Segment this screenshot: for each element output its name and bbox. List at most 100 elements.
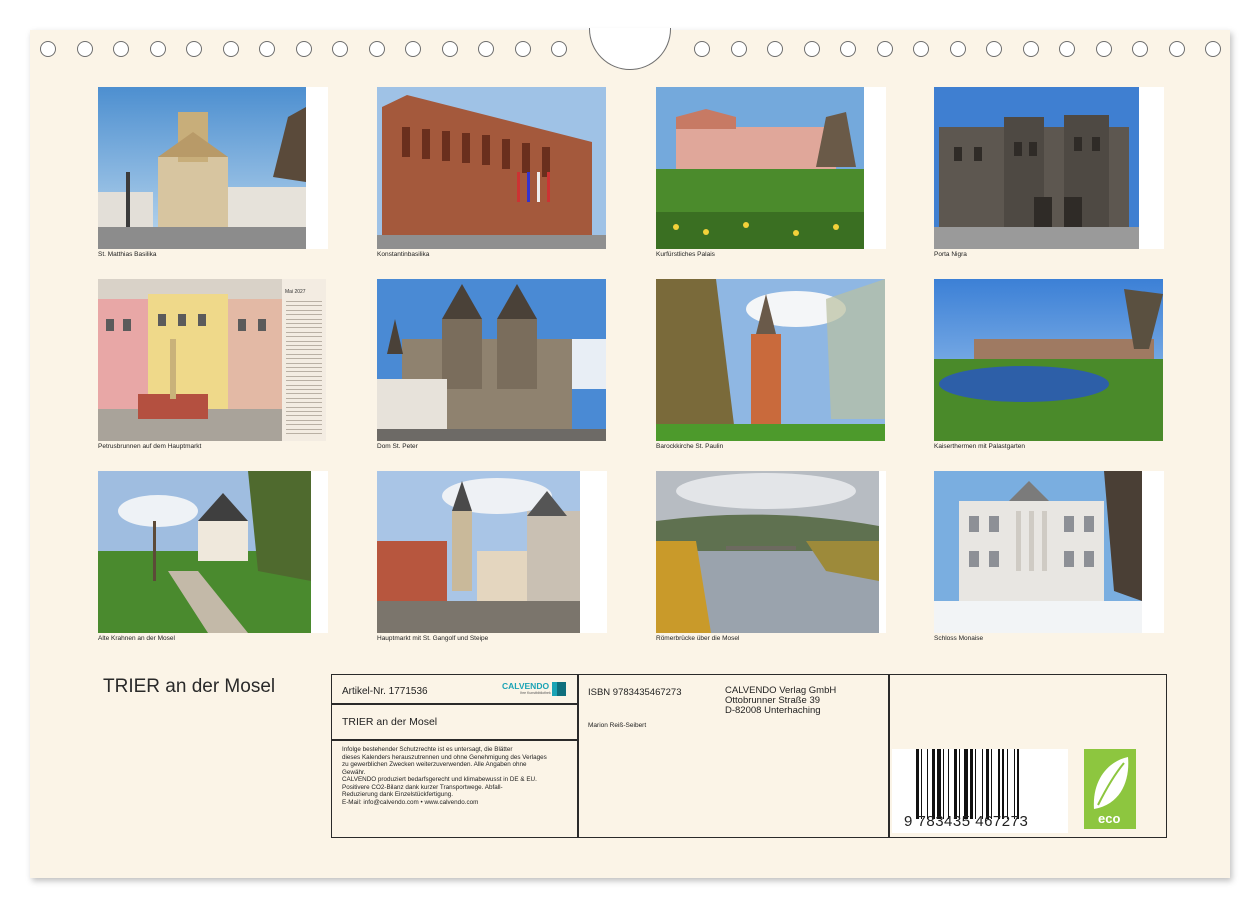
barcode: 9 783435 467273	[892, 749, 1068, 833]
photo-caption: St. Matthias Basilika	[98, 251, 157, 258]
calendar-day-line	[286, 305, 322, 307]
barcode-bar	[975, 749, 977, 819]
photo-st-paulin	[656, 279, 885, 441]
binding-hole	[803, 41, 820, 57]
article-number: Artikel-Nr. 1771536	[342, 686, 428, 697]
photo-tile: Schloss Monaise	[934, 471, 1164, 642]
photo-porta-nigra	[934, 87, 1139, 249]
calendar-day-line	[286, 331, 322, 333]
divider	[332, 739, 577, 741]
calendar-day-line	[286, 375, 322, 377]
photo-tile: Alte Krahnen an der Mosel	[98, 471, 328, 642]
calendar-day-line	[286, 424, 322, 426]
calendar-day-line	[286, 389, 322, 390]
binding-hole	[1095, 41, 1112, 57]
barcode-bar	[948, 749, 950, 819]
barcode-bar	[1013, 749, 1015, 819]
photo-tile: Mai 2027 Petrusbrunnen auf dem Hauptmark…	[98, 279, 328, 450]
barcode-bar	[997, 749, 1001, 819]
binding-hole	[767, 41, 783, 57]
legal-notice: Infolge bestehender Schutzrechte ist es …	[342, 746, 574, 806]
binding-hole	[40, 41, 56, 57]
divider	[332, 703, 577, 705]
binding-hole	[913, 41, 929, 57]
author: Marion Reiß-Seibert	[588, 722, 647, 729]
calendar-day-line	[286, 397, 322, 399]
calendar-day-line	[286, 371, 322, 373]
imprint-box: Artikel-Nr. 1771536 CALVENDO Ihre Kunstb…	[331, 674, 1167, 838]
legal-line: Positivere CO2-Bilanz dank kurzer Transp…	[342, 783, 503, 791]
binding-hole	[1205, 41, 1221, 57]
photo-st-matthias	[98, 87, 306, 249]
photo-caption: Porta Nigra	[934, 251, 967, 258]
calendar-day-line	[286, 393, 322, 395]
photo-caption: Dom St. Peter	[377, 443, 418, 450]
photo-caption: Schloss Monaise	[934, 635, 984, 642]
legal-line: dieses Kalenders herauszutrennen und ohn…	[342, 753, 547, 761]
calendar-day-line	[286, 309, 322, 311]
calendar-day-line	[286, 327, 322, 329]
calendar-day-line	[286, 353, 322, 355]
binding-hole	[222, 41, 239, 57]
legal-line: Gewähr.	[342, 768, 366, 776]
divider	[577, 675, 579, 837]
eco-label: eco	[1098, 811, 1121, 826]
photo-konstantinbasilika	[377, 87, 606, 249]
binding-hole	[441, 41, 458, 57]
photo-margin	[864, 87, 886, 249]
legal-line: Reduzierung dank Einzelstückfertigung.	[342, 791, 453, 798]
photo-margin	[306, 87, 328, 249]
binding-hole	[514, 41, 531, 57]
binding-hole	[949, 41, 966, 57]
photo-caption: Alte Krahnen an der Mosel	[98, 635, 175, 642]
calendar-day-line	[286, 340, 322, 342]
legal-line: CALVENDO produziert bedarfsgerecht und k…	[342, 776, 537, 783]
calvendo-brand: CALVENDO	[502, 681, 550, 691]
photo-tile: Porta Nigra	[934, 87, 1164, 258]
binding-hole	[259, 41, 275, 57]
binding-hole	[1022, 41, 1039, 57]
calendar-title: TRIER an der Mosel	[103, 676, 276, 697]
calendar-day-line	[286, 336, 322, 338]
calendar-day-line	[286, 419, 322, 421]
barcode-bar	[959, 749, 961, 819]
photo-tile: Barockkirche St. Paulin	[656, 279, 886, 450]
photo-margin	[1142, 471, 1164, 633]
binding-hole	[295, 41, 312, 57]
eco-badge: eco	[1084, 749, 1136, 829]
photo-tile: Römerbrücke über die Mosel	[656, 471, 886, 642]
barcode-bar	[981, 749, 983, 819]
photo-tile: St. Matthias Basilika	[98, 87, 328, 258]
calendar-day-line	[286, 406, 322, 408]
binding-hole	[1059, 41, 1075, 57]
photo-tile: Dom St. Peter	[377, 279, 607, 450]
calendar-day-line	[286, 345, 322, 346]
binding-hole	[186, 41, 202, 57]
photo-alte-krahnen	[98, 471, 311, 633]
barcode-digits: 9 783435 467273	[904, 813, 1029, 830]
barcode-bar	[927, 749, 929, 819]
photo-margin	[311, 471, 328, 633]
barcode-bar	[916, 749, 919, 819]
photo-caption: Barockkirche St. Paulin	[656, 443, 724, 450]
legal-line: zu gewerblichen Zwecken weiterzuverwende…	[342, 761, 527, 768]
calendar-day-line	[286, 349, 322, 351]
binding-hole	[840, 41, 856, 57]
photo-petrusbrunnen	[98, 279, 282, 441]
photo-margin	[1139, 87, 1164, 249]
photo-hauptmarkt-gangolf	[377, 471, 580, 633]
barcode-bar	[970, 749, 973, 819]
photo-caption: Hauptmarkt mit St. Gangolf und Steipe	[377, 635, 489, 642]
binding-hole	[405, 41, 421, 57]
binding-hole	[113, 41, 129, 57]
photo-margin	[879, 471, 886, 633]
calendar-day-line	[286, 384, 322, 386]
photo-tile: Kurfürstliches Palais	[656, 87, 886, 258]
binding-hole	[478, 41, 494, 57]
barcode-bar	[1007, 749, 1009, 819]
binding-hole	[730, 41, 747, 57]
legal-line: Infolge bestehender Schutzrechte ist es …	[342, 746, 513, 753]
photo-caption: Petrusbrunnen auf dem Hauptmarkt	[98, 443, 202, 450]
divider	[888, 675, 890, 837]
calvendo-tagline: Ihre Kunstbibliothek	[520, 691, 551, 695]
